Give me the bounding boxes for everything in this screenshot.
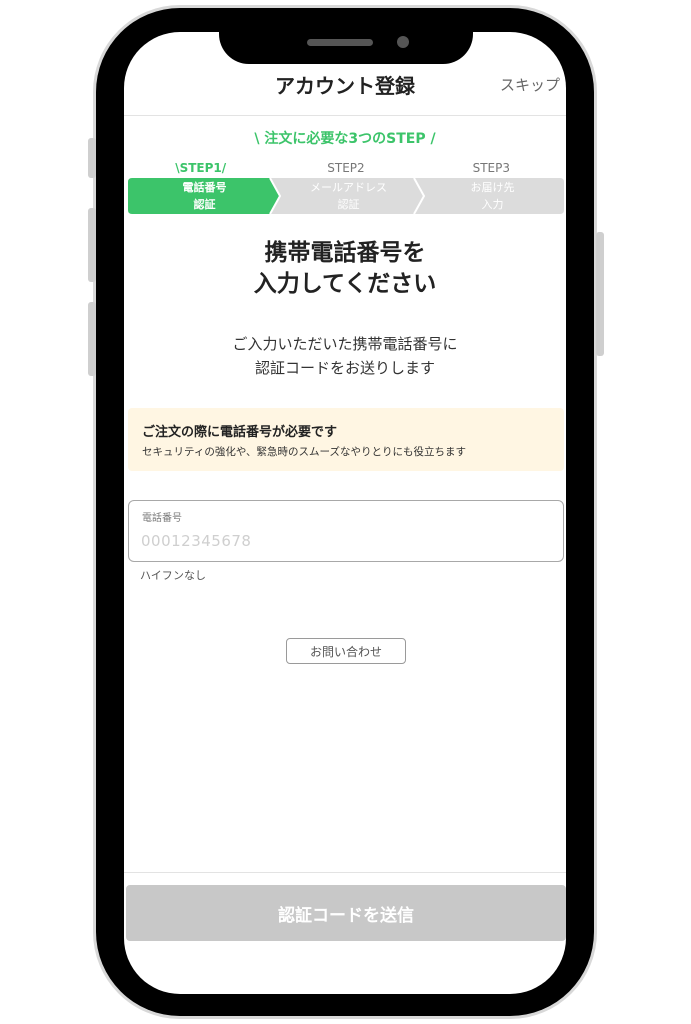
step1-label: \STEP1/ (175, 161, 227, 175)
step2-text: メールアドレス 認証 (276, 178, 421, 214)
phone-number-hint: ハイフンなし (140, 569, 206, 582)
phone-mute-switch (88, 138, 96, 178)
step2-label: STEP2 (327, 161, 365, 175)
step2-line1: メールアドレス (310, 181, 387, 194)
app-screen: アカウント登録 スキップ \ 注文に必要な3つのSTEP / \STEP1/ S… (124, 32, 566, 994)
footer-divider (124, 872, 566, 873)
step3-line1: お届け先 (470, 181, 515, 194)
step3-label: STEP3 (472, 161, 511, 175)
phone-number-field[interactable]: 電話番号 (128, 500, 564, 562)
speaker-grille (307, 39, 373, 46)
phone-notch (219, 8, 473, 64)
notice-title: ご注文の際に電話番号が必要です (142, 425, 338, 440)
main-heading-line1: 携帯電話番号を (264, 240, 426, 266)
steps-caption: \ 注文に必要な3つのSTEP / (254, 131, 436, 147)
header-divider (124, 115, 566, 116)
phone-volume-up (88, 208, 96, 282)
phone-number-input[interactable] (141, 529, 551, 553)
phone-required-notice: ご注文の際に電話番号が必要です セキュリティの強化や、緊急時のスムーズなやりとり… (128, 408, 564, 471)
contact-button[interactable]: お問い合わせ (286, 638, 406, 664)
step2-line2: 認証 (337, 198, 360, 211)
phone-volume-down (88, 302, 96, 376)
step1-line2: 認証 (193, 198, 216, 211)
send-code-button[interactable]: 認証コードを送信 (126, 885, 566, 941)
step-labels: \STEP1/ STEP2 STEP3 (128, 161, 564, 175)
phone-number-label: 電話番号 (142, 513, 182, 524)
description-line1: ご入力いただいた携帯電話番号に (232, 335, 458, 353)
description: ご入力いただいた携帯電話番号に 認証コードをお送りします (124, 332, 566, 380)
skip-link[interactable]: スキップ (500, 74, 560, 95)
front-camera (397, 36, 409, 48)
step-progress-bar: 電話番号 認証 メールアドレス 認証 お届け先 入力 (128, 178, 564, 214)
description-line2: 認証コードをお送りします (254, 359, 435, 377)
notice-body: セキュリティの強化や、緊急時のスムーズなやりとりにも役立ちます (142, 446, 467, 458)
step1-text: 電話番号 認証 (132, 178, 277, 214)
step3-line2: 入力 (481, 198, 504, 211)
main-heading-line2: 入力してください (253, 271, 437, 297)
phone-power-button (596, 232, 604, 356)
step3-text: お届け先 入力 (420, 178, 565, 214)
step1-line1: 電話番号 (182, 181, 227, 194)
main-heading: 携帯電話番号を 入力してください (124, 238, 566, 300)
